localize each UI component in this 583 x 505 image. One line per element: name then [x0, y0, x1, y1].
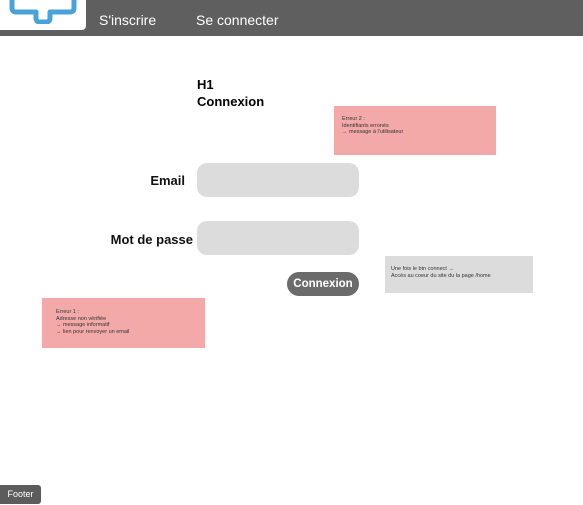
login-page: S'inscrire Se connecter H1 Connexion Err…	[0, 0, 583, 505]
info-note-success-redirect: Une fois le btn connect → Accès au coeur…	[385, 256, 533, 293]
note-line: Accès au coeur du site du la page /home	[391, 272, 491, 279]
navbar: S'inscrire Se connecter	[0, 0, 583, 36]
email-field[interactable]	[197, 163, 359, 197]
password-field[interactable]	[197, 221, 359, 255]
heading-level-tag: H1	[197, 77, 214, 92]
password-label: Mot de passe	[110, 232, 193, 247]
login-submit-button[interactable]: Connexion	[287, 272, 359, 296]
error-note-unverified-address: Erreur 1 : Adresse non vérifiée → messag…	[42, 298, 205, 348]
logo[interactable]	[0, 0, 86, 30]
footer[interactable]: Footer	[0, 485, 41, 504]
note-line: → message à l'utilisateur	[342, 129, 404, 135]
error-note-invalid-credentials: Erreur 2 : Identifiants erronés → messag…	[334, 106, 496, 155]
note-line: → lien pour renvoyer un email	[56, 328, 130, 335]
nav-signup-link[interactable]: S'inscrire	[99, 11, 156, 29]
logo-icon	[9, 0, 77, 24]
nav-login-link[interactable]: Se connecter	[196, 11, 279, 29]
page-title: Connexion	[197, 94, 265, 109]
email-label: Email	[150, 173, 185, 188]
